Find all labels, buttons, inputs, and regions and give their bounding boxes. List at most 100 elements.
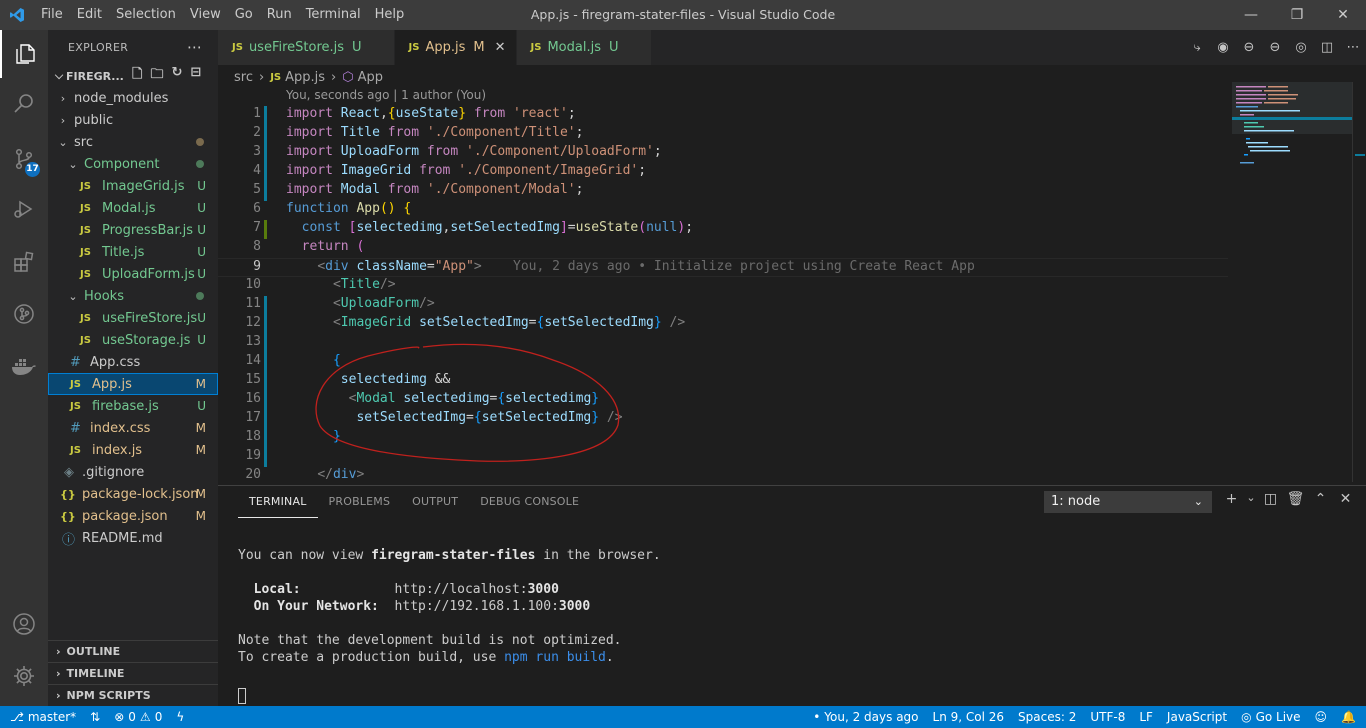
code-line[interactable]: 10 <Title/>: [218, 277, 1228, 296]
tree-item[interactable]: JS ProgressBar.js U: [48, 219, 218, 241]
panel-tab-terminal[interactable]: TERMINAL: [238, 486, 318, 518]
tree-item[interactable]: # index.css M: [48, 417, 218, 439]
code-line[interactable]: 16 <Modal selectedimg={selectedimg}: [218, 391, 1228, 410]
open-changes-icon[interactable]: ⤷: [1184, 40, 1210, 55]
menu-go[interactable]: Go: [228, 0, 260, 30]
tree-item[interactable]: › public: [48, 109, 218, 131]
tree-item[interactable]: JS App.js M: [48, 373, 218, 395]
settings-gear-icon[interactable]: [0, 652, 48, 700]
next-change-icon[interactable]: ⊖: [1262, 40, 1288, 55]
close-tab-icon[interactable]: ✕: [495, 40, 506, 55]
explorer-icon[interactable]: [0, 30, 48, 78]
blame-status[interactable]: • You, 2 days ago: [806, 710, 925, 724]
split-editor-icon[interactable]: ◫: [1314, 40, 1340, 55]
encoding-status[interactable]: UTF-8: [1083, 710, 1132, 724]
extensions-icon[interactable]: [0, 238, 48, 286]
source-control-icon[interactable]: 17: [0, 135, 48, 183]
menu-file[interactable]: File: [34, 0, 70, 30]
code-line[interactable]: 19: [218, 448, 1228, 467]
lightning-icon[interactable]: ϟ: [169, 710, 191, 724]
menu-view[interactable]: View: [183, 0, 228, 30]
feedback-icon[interactable]: ☺: [1308, 710, 1335, 724]
indentation-status[interactable]: Spaces: 2: [1011, 710, 1083, 724]
code-line[interactable]: 11 <UploadForm/>: [218, 296, 1228, 315]
close-panel-icon[interactable]: ✕: [1333, 491, 1358, 507]
code-line[interactable]: 15 selectedimg &&: [218, 372, 1228, 391]
code-line[interactable]: 9 <div className="App"> You, 2 days ago …: [218, 258, 1228, 277]
tree-item[interactable]: JS Modal.js U: [48, 197, 218, 219]
tree-item[interactable]: # App.css: [48, 351, 218, 373]
timeline-section[interactable]: › TIMELINE: [48, 662, 218, 684]
tree-item[interactable]: {} package.json M: [48, 505, 218, 527]
tree-item[interactable]: JS ImageGrid.js U: [48, 175, 218, 197]
tree-item[interactable]: JS firebase.js U: [48, 395, 218, 417]
tree-item[interactable]: JS Title.js U: [48, 241, 218, 263]
menu-help[interactable]: Help: [368, 0, 412, 30]
menu-run[interactable]: Run: [260, 0, 299, 30]
code-line[interactable]: 8 return (: [218, 239, 1228, 258]
tree-item[interactable]: {} package-lock.json M: [48, 483, 218, 505]
vertical-scrollbar[interactable]: [1352, 82, 1366, 482]
chevron-down-icon[interactable]: ⌄: [1244, 491, 1258, 507]
npm-scripts-section[interactable]: › NPM SCRIPTS: [48, 684, 218, 706]
tab-app-js[interactable]: JS App.js M ✕: [394, 30, 517, 65]
code-line[interactable]: 4 import ImageGrid from './Component/Imag…: [218, 163, 1228, 182]
terminal-output[interactable]: You can now view firegram-stater-files i…: [238, 548, 661, 667]
more-actions-icon[interactable]: ⋯: [1340, 40, 1366, 55]
new-terminal-icon[interactable]: +: [1219, 491, 1244, 507]
cursor-position[interactable]: Ln 9, Col 26: [926, 710, 1012, 724]
go-live-button[interactable]: ◎ Go Live: [1234, 710, 1307, 724]
menu-edit[interactable]: Edit: [70, 0, 109, 30]
sync-status[interactable]: ⇅: [83, 710, 107, 724]
menu-selection[interactable]: Selection: [109, 0, 183, 30]
blame-codelens[interactable]: You, seconds ago | 1 author (You): [286, 88, 486, 102]
menu-terminal[interactable]: Terminal: [299, 0, 368, 30]
refresh-icon[interactable]: ↻: [171, 65, 182, 87]
panel-tab-output[interactable]: OUTPUT: [401, 486, 469, 518]
new-file-icon[interactable]: 🗋: [132, 65, 142, 87]
branch-status[interactable]: ⎇ master*: [0, 710, 83, 724]
kill-terminal-icon[interactable]: 🗑: [1283, 491, 1308, 507]
tree-item[interactable]: JS useFireStore.js U: [48, 307, 218, 329]
code-line[interactable]: 17 setSelectedImg={setSelectedImg} />: [218, 410, 1228, 429]
docker-icon[interactable]: [0, 342, 48, 390]
code-line[interactable]: 13: [218, 334, 1228, 353]
previous-change-icon[interactable]: ⊖: [1236, 40, 1262, 55]
breadcrumb-file[interactable]: App.js: [285, 70, 325, 85]
more-actions-icon[interactable]: ⋯: [187, 38, 202, 56]
restore-icon[interactable]: ❐: [1274, 0, 1320, 30]
terminal-select[interactable]: 1: node ⌄: [1044, 491, 1212, 513]
split-terminal-icon[interactable]: ◫: [1258, 491, 1283, 507]
search-icon[interactable]: [0, 80, 48, 128]
notifications-icon[interactable]: 🔔: [1334, 710, 1366, 724]
panel-tab-problems[interactable]: PROBLEMS: [318, 486, 402, 518]
code-line[interactable]: 18 }: [218, 429, 1228, 448]
code-line[interactable]: 14 {: [218, 353, 1228, 372]
git-graph-icon[interactable]: [0, 290, 48, 338]
new-folder-icon[interactable]: 🗀: [150, 65, 163, 87]
code-line[interactable]: 2 import Title from './Component/Title';: [218, 125, 1228, 144]
run-debug-icon[interactable]: [0, 185, 48, 233]
minimize-icon[interactable]: —: [1228, 0, 1274, 30]
breadcrumb-symbol[interactable]: App: [358, 70, 383, 85]
tree-item[interactable]: ⌄ Hooks: [48, 285, 218, 307]
outline-section[interactable]: › OUTLINE: [48, 640, 218, 662]
toggle-blame-icon[interactable]: ◎: [1288, 40, 1314, 55]
tree-item[interactable]: › node_modules: [48, 87, 218, 109]
maximize-panel-icon[interactable]: ⌃: [1308, 491, 1333, 507]
language-mode[interactable]: JavaScript: [1160, 710, 1234, 724]
tree-item[interactable]: ◈ .gitignore: [48, 461, 218, 483]
tab-usefirestore-js[interactable]: JS useFireStore.js U: [218, 30, 395, 65]
code-line[interactable]: 20 </div>: [218, 467, 1228, 486]
eol-status[interactable]: LF: [1132, 710, 1160, 724]
code-line[interactable]: 7 const [selectedimg,setSelectedImg]=use…: [218, 220, 1228, 239]
project-folder-header[interactable]: ⌵ FIREGR... 🗋 🗀 ↻ ⊟: [48, 65, 218, 87]
code-line[interactable]: 3 import UploadForm from './Component/Upl…: [218, 144, 1228, 163]
code-line[interactable]: 1 import React,{useState} from 'react';: [218, 106, 1228, 125]
tree-item[interactable]: JS UploadForm.js U: [48, 263, 218, 285]
breadcrumb-folder[interactable]: src: [234, 70, 253, 85]
git-commit-icon[interactable]: ◉: [1210, 40, 1236, 55]
tree-item[interactable]: JS useStorage.js U: [48, 329, 218, 351]
minimap[interactable]: [1232, 82, 1352, 192]
tree-item[interactable]: ⓘ README.md: [48, 527, 218, 549]
